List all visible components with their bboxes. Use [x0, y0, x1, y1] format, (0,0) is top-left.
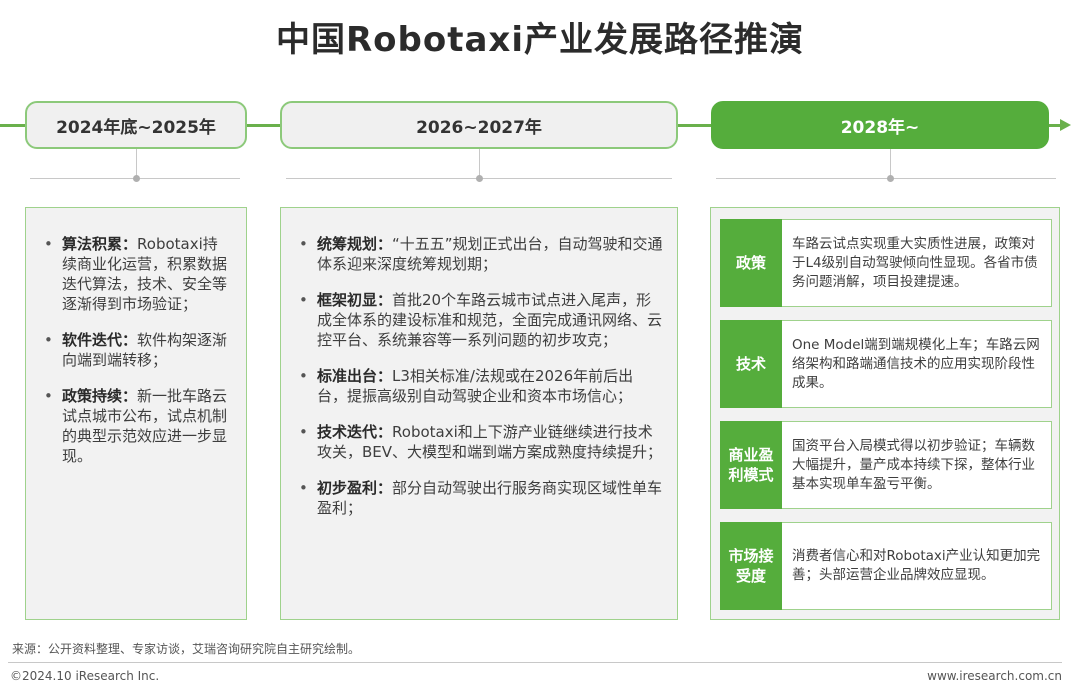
item-heading: 政策持续： — [62, 387, 138, 405]
stage-list: 算法积累：Robotaxi持续商业化运营，积累数据迭代算法，技术、安全等逐渐得到… — [40, 234, 232, 466]
item-heading: 算法积累： — [62, 235, 138, 253]
stage-panel-2024-2025: 算法积累：Robotaxi持续商业化运营，积累数据迭代算法，技术、安全等逐渐得到… — [25, 207, 247, 620]
aspect-tag: 商业盈利模式 — [720, 421, 782, 509]
aspect-desc: 消费者信心和对Robotaxi产业认知更加完善；头部运营企业品牌效应显现。 — [782, 522, 1052, 610]
stage-connector-3 — [716, 178, 1056, 179]
list-item: 初步盈利：部分自动驾驶出行服务商实现区域性单车盈利； — [295, 478, 663, 518]
stage-dot-1 — [133, 175, 140, 182]
list-item: 技术迭代：Robotaxi和上下游产业链继续进行技术攻关，BEV、大模型和端到端… — [295, 422, 663, 462]
stage-stem-2 — [479, 149, 480, 178]
aspect-row-business-model: 商业盈利模式 国资平台入局模式得以初步验证；车辆数大幅提升，量产成本持续下探，整… — [720, 421, 1052, 509]
aspect-row-policy: 政策 车路云试点实现重大实质性进展，政策对于L4级别自动驾驶倾向性显现。各省市债… — [720, 219, 1052, 307]
timeline-arrow-icon — [1060, 119, 1071, 131]
stage-list: 统筹规划：“十五五”规划正式出台，自动驾驶和交通体系迎来深度统筹规划期； 框架初… — [295, 234, 663, 518]
aspect-row-technology: 技术 One Model端到端规模化上车；车路云网络架构和路端通信技术的应用实现… — [720, 320, 1052, 408]
item-heading: 技术迭代： — [317, 423, 393, 441]
list-item: 政策持续：新一批车路云试点城市公布，试点机制的典型示范效应进一步显现。 — [40, 386, 232, 466]
stage-dot-2 — [476, 175, 483, 182]
item-heading: 标准出台： — [317, 367, 393, 385]
stage-pill-2026-2027: 2026~2027年 — [280, 101, 678, 149]
item-heading: 软件迭代： — [62, 331, 138, 349]
website-link[interactable]: www.iresearch.com.cn — [927, 669, 1062, 683]
stage-stem-1 — [136, 149, 137, 178]
list-item: 框架初显：首批20个车路云城市试点进入尾声，形成全体系的建设标准和规范，全面完成… — [295, 290, 663, 350]
copyright-text: ©2024.10 iResearch Inc. — [10, 669, 160, 683]
aspect-row-market-acceptance: 市场接受度 消费者信心和对Robotaxi产业认知更加完善；头部运营企业品牌效应… — [720, 522, 1052, 610]
item-heading: 框架初显： — [317, 291, 393, 309]
item-heading: 统筹规划： — [317, 235, 393, 253]
aspect-desc: 车路云试点实现重大实质性进展，政策对于L4级别自动驾驶倾向性显现。各省市债务问题… — [782, 219, 1052, 307]
aspect-desc: 国资平台入局模式得以初步验证；车辆数大幅提升，量产成本持续下探，整体行业基本实现… — [782, 421, 1052, 509]
stage-panel-2026-2027: 统筹规划：“十五五”规划正式出台，自动驾驶和交通体系迎来深度统筹规划期； 框架初… — [280, 207, 678, 620]
aspect-desc: One Model端到端规模化上车；车路云网络架构和路端通信技术的应用实现阶段性… — [782, 320, 1052, 408]
stage-pill-2028: 2028年~ — [711, 101, 1049, 149]
aspect-tag: 技术 — [720, 320, 782, 408]
footer-divider — [8, 662, 1062, 663]
page-title: 中国Robotaxi产业发展路径推演 — [275, 20, 805, 60]
list-item: 算法积累：Robotaxi持续商业化运营，积累数据迭代算法，技术、安全等逐渐得到… — [40, 234, 232, 314]
stage-pill-2024-2025: 2024年底~2025年 — [25, 101, 247, 149]
list-item: 统筹规划：“十五五”规划正式出台，自动驾驶和交通体系迎来深度统筹规划期； — [295, 234, 663, 274]
stage-dot-3 — [887, 175, 894, 182]
aspect-tag: 政策 — [720, 219, 782, 307]
stage-stem-3 — [890, 149, 891, 178]
item-heading: 初步盈利： — [317, 479, 393, 497]
aspect-tag: 市场接受度 — [720, 522, 782, 610]
list-item: 软件迭代：软件构架逐渐向端到端转移； — [40, 330, 232, 370]
list-item: 标准出台：L3相关标准/法规或在2026年前后出台，提振高级别自动驾驶企业和资本… — [295, 366, 663, 406]
source-note: 来源：公开资料整理、专家访谈，艾瑞咨询研究院自主研究绘制。 — [12, 642, 361, 656]
stage-panel-2028: 政策 车路云试点实现重大实质性进展，政策对于L4级别自动驾驶倾向性显现。各省市债… — [710, 207, 1060, 620]
